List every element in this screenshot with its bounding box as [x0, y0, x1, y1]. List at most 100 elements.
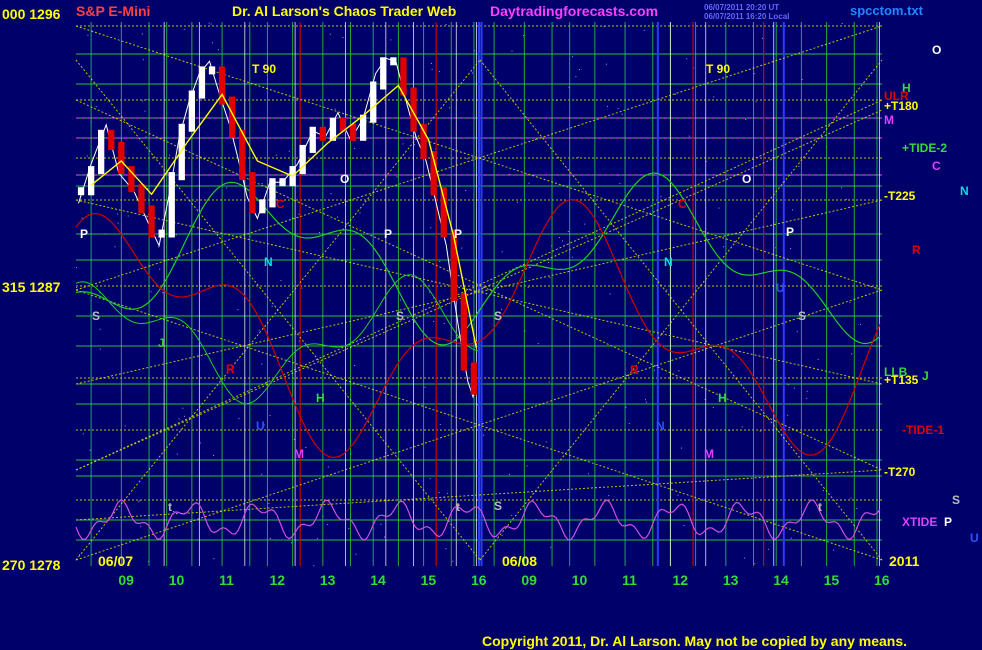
star-dot: [114, 246, 116, 248]
x-tick-label: 13: [723, 572, 739, 588]
star-dot: [288, 150, 290, 152]
planet-letter: J: [158, 336, 165, 350]
star-dot: [99, 328, 101, 330]
star-dot: [213, 558, 215, 560]
star-dot: [210, 23, 212, 25]
x-tick-label: 10: [169, 572, 185, 588]
star-dot: [199, 442, 201, 444]
timestamp-local: 06/07/2011 16:20 Local: [704, 12, 789, 21]
price-bar: [148, 205, 155, 238]
star-dot: [159, 268, 161, 270]
x-tick-label: 09: [118, 572, 134, 588]
price-bar: [118, 141, 125, 175]
star-dot: [609, 293, 611, 295]
right-legend-label: S: [952, 493, 960, 507]
star-dot: [472, 72, 473, 74]
star-dot: [608, 495, 610, 497]
price-bar: [98, 129, 105, 175]
planet-letter: N: [656, 419, 665, 433]
star-dot: [712, 407, 714, 408]
planet-letter: P: [454, 227, 462, 241]
star-dot: [138, 501, 140, 503]
star-dot: [146, 99, 148, 100]
price-bar: [168, 172, 175, 238]
star-dot: [483, 434, 485, 436]
star-dot: [141, 33, 143, 35]
star-dot: [342, 37, 344, 38]
star-dot: [141, 100, 143, 102]
star-dot: [823, 490, 824, 492]
star-dot: [390, 39, 392, 41]
star-dot: [683, 525, 685, 526]
star-dot: [607, 105, 608, 107]
x-tick-label: 12: [673, 572, 689, 588]
star-dot: [501, 535, 503, 537]
price-bar: [319, 126, 326, 141]
x-tick-label: 13: [320, 572, 336, 588]
star-dot: [845, 198, 847, 200]
chart-title: Dr. Al Larson's Chaos Trader Web: [232, 3, 456, 19]
star-dot: [666, 289, 668, 291]
star-dot: [226, 187, 228, 189]
price-bar: [188, 90, 195, 132]
star-dot: [537, 343, 539, 345]
star-dot: [127, 215, 129, 217]
planet-letter: C: [678, 197, 687, 211]
planet-letter: H: [718, 391, 727, 405]
star-dot: [316, 538, 318, 540]
star-dot: [150, 291, 152, 293]
star-dot: [549, 277, 551, 279]
star-dot: [832, 549, 834, 551]
planet-letter: S: [494, 309, 502, 323]
star-dot: [327, 466, 329, 468]
price-bar: [460, 293, 467, 371]
right-legend-label: N: [960, 184, 969, 198]
symbol-label: S&P E-Mini: [76, 3, 150, 19]
star-dot: [545, 441, 547, 443]
star-dot: [688, 135, 690, 137]
star-dot: [572, 56, 574, 58]
star-dot: [743, 557, 745, 559]
star-dot: [511, 514, 513, 516]
x-tick-label: 16: [471, 572, 487, 588]
right-legend-label: -TIDE-1: [902, 423, 944, 437]
star-dot: [430, 227, 432, 229]
star-dot: [402, 143, 404, 145]
star-dot: [117, 222, 119, 224]
price-bar: [138, 184, 145, 214]
star-dot: [677, 494, 679, 496]
star-dot: [759, 430, 761, 432]
star-dot: [617, 107, 619, 109]
price-bar: [249, 172, 256, 214]
star-dot: [860, 323, 861, 325]
star-dot: [793, 387, 795, 389]
planet-letter: P: [80, 227, 88, 241]
star-dot: [713, 96, 715, 98]
star-dot: [261, 473, 263, 475]
price-chart: 09 10 11 12 13 14 15 16 09 10 11 12 13 14 15 16 T 90 T 90…: [0, 0, 982, 650]
star-dot: [81, 217, 83, 219]
star-dot: [674, 93, 676, 95]
star-dot: [269, 538, 271, 540]
star-dot: [443, 323, 445, 324]
right-legend-label: M: [884, 113, 894, 127]
star-dot: [330, 193, 332, 195]
star-dot: [429, 478, 431, 480]
star-dot: [621, 113, 623, 115]
star-dot: [208, 22, 210, 24]
star-dot: [798, 165, 800, 167]
x-tick-label: 14: [370, 572, 386, 588]
star-dot: [806, 390, 808, 392]
star-dot: [516, 201, 518, 203]
planet-letter: P: [786, 225, 794, 239]
planet-letter: N: [264, 255, 273, 269]
star-dot: [762, 37, 763, 39]
star-dot: [605, 63, 607, 65]
star-dot: [298, 340, 300, 342]
site-link[interactable]: Daytradingforecasts.com: [490, 3, 658, 19]
price-bar: [390, 57, 397, 66]
star-dot: [644, 399, 646, 401]
right-legend-label: -T270: [884, 465, 916, 479]
star-dot: [213, 455, 215, 456]
star-dot: [796, 331, 798, 333]
